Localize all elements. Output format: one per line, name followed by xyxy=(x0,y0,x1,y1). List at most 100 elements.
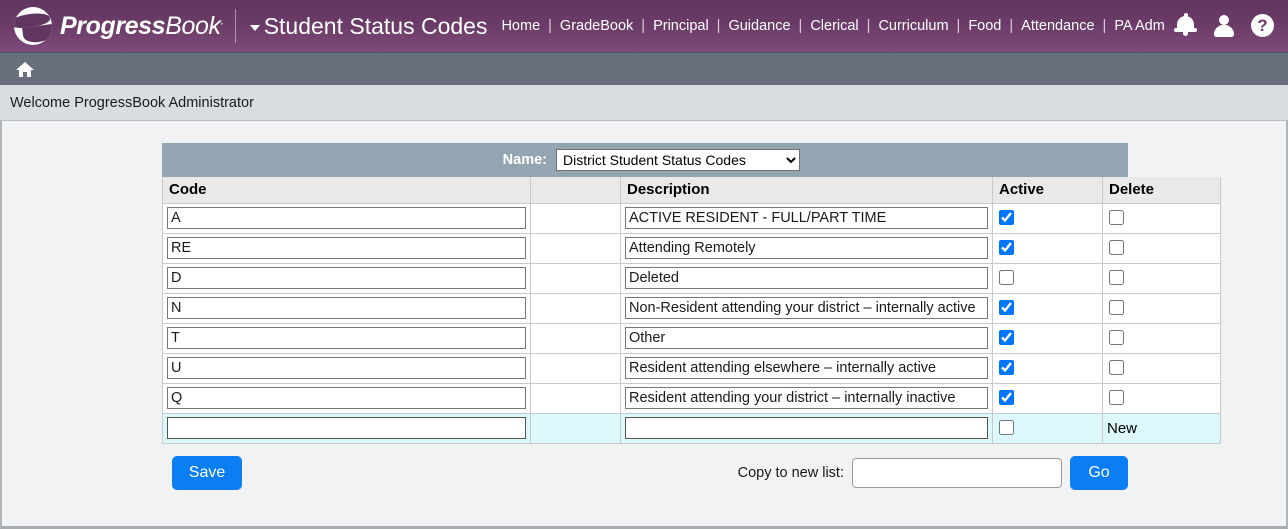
table-row xyxy=(162,292,1221,324)
cell-spacer xyxy=(530,262,621,294)
user-icon[interactable] xyxy=(1212,13,1236,39)
user-head xyxy=(1219,15,1229,25)
table-row xyxy=(162,352,1221,384)
delete-checkbox[interactable] xyxy=(1109,270,1124,286)
save-button[interactable]: Save xyxy=(172,455,242,490)
code-input[interactable] xyxy=(167,357,526,379)
nav-item-food[interactable]: Food xyxy=(966,18,1003,34)
column-header-code: Code xyxy=(162,177,531,204)
cell-description xyxy=(620,382,993,414)
progressbook-logo[interactable]: ProgressBook. xyxy=(14,7,223,45)
header-divider xyxy=(234,9,236,43)
active-checkbox[interactable] xyxy=(999,390,1014,406)
cell-code xyxy=(162,292,531,324)
code-input[interactable] xyxy=(167,207,526,229)
active-checkbox[interactable] xyxy=(999,360,1014,376)
code-input[interactable] xyxy=(167,387,526,409)
logo-text-bold: Progress xyxy=(60,11,166,40)
bell-icon[interactable] xyxy=(1174,13,1198,39)
copy-to-new-list-group: Copy to new list: Go xyxy=(737,455,1128,490)
cell-active xyxy=(992,412,1103,444)
breadcrumb xyxy=(0,52,1288,85)
active-checkbox[interactable] xyxy=(999,270,1014,286)
active-checkbox[interactable] xyxy=(999,300,1014,316)
copy-to-new-list-input[interactable] xyxy=(852,457,1062,488)
bell-clapper xyxy=(1183,32,1188,36)
name-select[interactable]: District Student Status Codes xyxy=(556,149,800,171)
cell-description xyxy=(620,352,993,384)
nav-separator: | xyxy=(956,18,961,34)
nav-item-gradebook[interactable]: GradeBook xyxy=(558,18,635,34)
welcome-text: Welcome ProgressBook Administrator xyxy=(10,94,254,111)
nav-item-pa-admin[interactable]: PA Admin xyxy=(1112,18,1164,34)
name-label: Name: xyxy=(502,152,547,168)
table-row xyxy=(162,382,1221,414)
active-checkbox[interactable] xyxy=(999,330,1014,346)
cell-description xyxy=(620,292,993,324)
cell-delete xyxy=(1102,292,1221,324)
nav-item-clerical[interactable]: Clerical xyxy=(808,18,860,34)
nav-item-principal[interactable]: Principal xyxy=(651,18,711,34)
status-codes-table: Code Description Active Delete New xyxy=(162,177,1221,444)
nav-item-home[interactable]: Home xyxy=(499,18,542,34)
content-area: Name: District Student Status Codes Code… xyxy=(0,121,1288,529)
nav-separator: | xyxy=(1102,18,1107,34)
nav-item-guidance[interactable]: Guidance xyxy=(726,18,792,34)
description-input[interactable] xyxy=(625,207,988,229)
description-input[interactable] xyxy=(625,297,988,319)
main-nav: Home | GradeBook | Principal | Guidance … xyxy=(499,18,1164,34)
page-title-label: Student Status Codes xyxy=(263,12,488,39)
description-input[interactable] xyxy=(625,267,988,289)
description-input[interactable] xyxy=(625,237,988,259)
cell-spacer xyxy=(530,292,621,324)
home-icon[interactable] xyxy=(16,61,34,77)
help-icon[interactable]: ? xyxy=(1250,13,1274,39)
cell-spacer xyxy=(530,202,621,234)
cell-spacer xyxy=(530,352,621,384)
cell-description xyxy=(620,412,993,444)
header-icon-group: ? xyxy=(1164,13,1278,39)
description-input[interactable] xyxy=(625,417,988,439)
footer-controls: Save Copy to new list: Go xyxy=(162,455,1128,490)
code-input[interactable] xyxy=(167,237,526,259)
delete-checkbox[interactable] xyxy=(1109,330,1124,346)
nav-separator: | xyxy=(716,18,721,34)
delete-checkbox[interactable] xyxy=(1109,360,1124,376)
code-input[interactable] xyxy=(167,267,526,289)
cell-delete xyxy=(1102,352,1221,384)
nav-item-attendance[interactable]: Attendance xyxy=(1019,18,1096,34)
help-glyph: ? xyxy=(1251,14,1274,37)
active-checkbox[interactable] xyxy=(999,210,1014,226)
description-input[interactable] xyxy=(625,327,988,349)
column-header-description: Description xyxy=(620,177,993,204)
copy-to-new-list-label: Copy to new list: xyxy=(737,464,844,481)
cell-description xyxy=(620,322,993,354)
delete-checkbox[interactable] xyxy=(1109,300,1124,316)
description-input[interactable] xyxy=(625,387,988,409)
code-input[interactable] xyxy=(167,327,526,349)
progressbook-logo-icon xyxy=(14,7,52,45)
active-checkbox[interactable] xyxy=(999,240,1014,256)
description-input[interactable] xyxy=(625,357,988,379)
cell-spacer xyxy=(530,412,621,444)
nav-item-curriculum[interactable]: Curriculum xyxy=(876,18,950,34)
active-checkbox[interactable] xyxy=(999,420,1014,436)
cell-spacer xyxy=(530,232,621,264)
delete-checkbox[interactable] xyxy=(1109,240,1124,256)
user-body xyxy=(1214,25,1234,37)
cell-active xyxy=(992,232,1103,264)
page-title[interactable]: Student Status Codes xyxy=(249,12,488,40)
delete-checkbox[interactable] xyxy=(1109,210,1124,226)
status-codes-panel: Name: District Student Status Codes Code… xyxy=(162,143,1221,444)
delete-checkbox[interactable] xyxy=(1109,390,1124,406)
go-button[interactable]: Go xyxy=(1070,455,1128,490)
table-row xyxy=(162,232,1221,264)
nav-separator: | xyxy=(866,18,871,34)
cell-code xyxy=(162,412,531,444)
column-header-active: Active xyxy=(992,177,1103,204)
code-input[interactable] xyxy=(167,417,526,439)
code-input[interactable] xyxy=(167,297,526,319)
cell-description xyxy=(620,202,993,234)
table-header-row: Code Description Active Delete xyxy=(162,177,1221,204)
cell-delete xyxy=(1102,382,1221,414)
